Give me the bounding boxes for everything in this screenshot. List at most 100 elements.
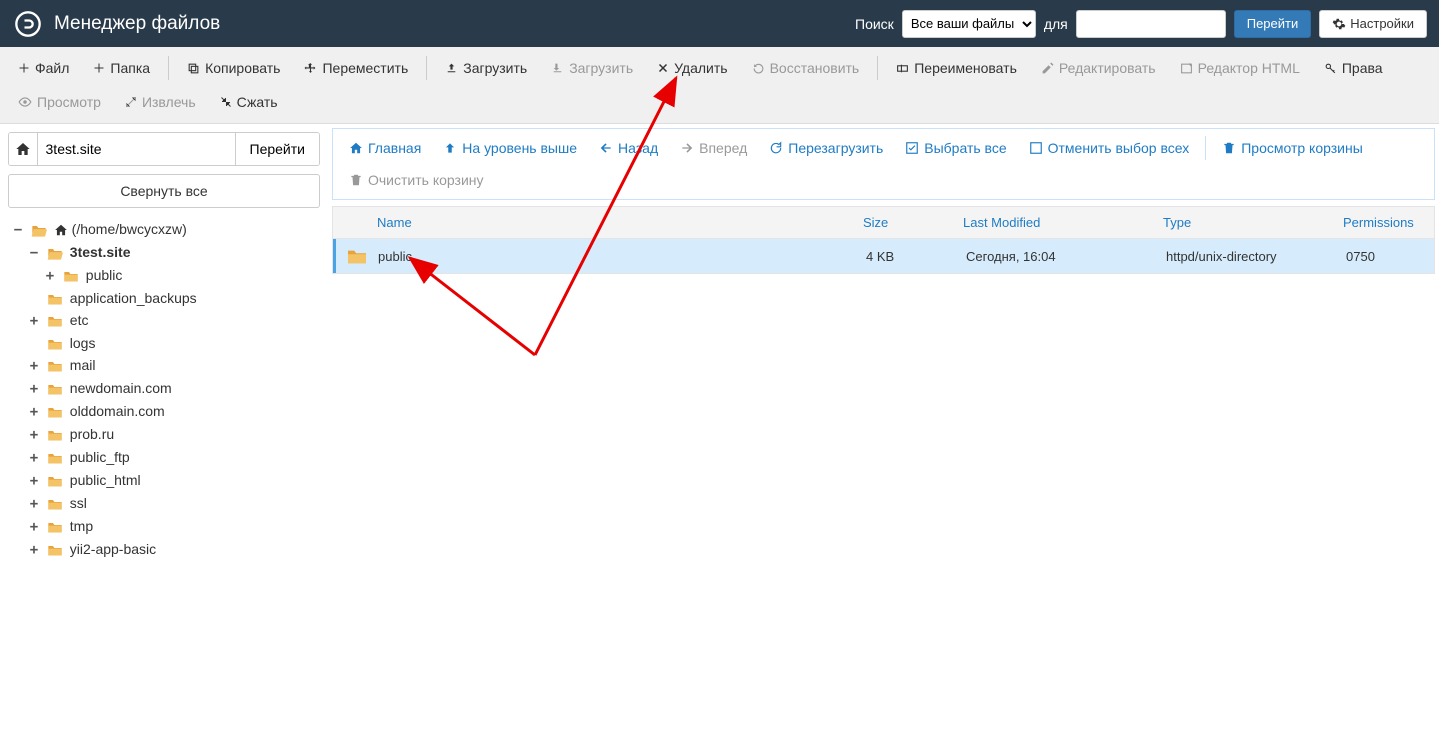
tree-toggle[interactable]: + <box>28 378 40 400</box>
search-input[interactable] <box>1076 10 1226 38</box>
tree-item[interactable]: + mail <box>8 354 320 377</box>
upload-button[interactable]: Загрузить <box>435 53 537 83</box>
col-name-header[interactable]: Name <box>333 207 853 238</box>
content-panel: Главная На уровень выше Назад Вперед Пер… <box>328 124 1439 752</box>
move-icon <box>304 62 317 75</box>
tree-toggle[interactable]: + <box>28 539 40 561</box>
tree-item[interactable]: + public_html <box>8 469 320 492</box>
col-type-header[interactable]: Type <box>1153 207 1333 238</box>
view-button: Просмотр <box>8 87 111 117</box>
folder-icon <box>47 359 63 373</box>
move-button[interactable]: Переместить <box>294 53 418 83</box>
tree-item[interactable]: + tmp <box>8 515 320 538</box>
folder-icon <box>346 247 368 265</box>
folder-icon <box>47 497 63 511</box>
folder-icon <box>47 292 63 306</box>
tree-item[interactable]: + public_ftp <box>8 446 320 469</box>
copy-button[interactable]: Копировать <box>177 53 290 83</box>
folder-icon <box>47 428 63 442</box>
compress-button[interactable]: Сжать <box>210 87 288 117</box>
table-row[interactable]: public 4 KB Сегодня, 16:04 httpd/unix-di… <box>333 239 1434 273</box>
page-title: Менеджер файлов <box>54 13 855 35</box>
tree-label: mail <box>70 357 96 373</box>
new-folder-button[interactable]: Папка <box>83 53 160 83</box>
for-label: для <box>1044 16 1068 32</box>
restore-button: Восстановить <box>742 53 870 83</box>
rename-icon <box>896 62 909 75</box>
compress-icon <box>220 96 232 108</box>
tree-toggle[interactable]: + <box>28 310 40 332</box>
tree-item[interactable]: + yii2-app-basic <box>8 538 320 561</box>
tree-toggle[interactable]: + <box>28 355 40 377</box>
separator <box>877 56 878 80</box>
tree-toggle[interactable]: + <box>28 447 40 469</box>
search-label: Поиск <box>855 16 894 32</box>
tree-toggle[interactable]: + <box>28 470 40 492</box>
tree-item[interactable]: + newdomain.com <box>8 377 320 400</box>
folder-icon <box>47 520 63 534</box>
tree-item[interactable]: + public <box>8 264 320 287</box>
tree-label: prob.ru <box>70 426 114 442</box>
path-input[interactable] <box>38 133 235 165</box>
trash-icon <box>1222 141 1236 155</box>
tree-label: tmp <box>70 518 93 534</box>
reload-icon <box>769 141 783 155</box>
key-icon <box>1324 62 1337 75</box>
folder-tree: − (/home/bwcycxzw) − 3test.site + public… <box>8 218 320 561</box>
settings-button[interactable]: Настройки <box>1319 10 1427 38</box>
tree-toggle[interactable]: + <box>28 493 40 515</box>
folder-icon <box>47 474 63 488</box>
main-toolbar: Файл Папка Копировать Переместить Загруз… <box>0 47 1439 124</box>
download-icon <box>551 62 564 75</box>
header-search: Поиск Все ваши файлы для Перейти Настрой… <box>855 10 1427 38</box>
rename-button[interactable]: Переименовать <box>886 53 1027 83</box>
sidebar: Перейти Свернуть все − (/home/bwcycxzw) … <box>0 124 328 752</box>
tree-label: yii2-app-basic <box>70 541 156 557</box>
col-modified-header[interactable]: Last Modified <box>953 207 1153 238</box>
up-level-link[interactable]: На уровень выше <box>433 133 587 163</box>
check-square-icon <box>905 141 919 155</box>
tree-item[interactable]: application_backups <box>8 287 320 309</box>
col-perms-header[interactable]: Permissions <box>1333 207 1434 238</box>
folder-icon <box>47 543 63 557</box>
tree-item[interactable]: − 3test.site <box>8 241 320 264</box>
home-button[interactable] <box>9 133 38 165</box>
tree-toggle[interactable]: − <box>12 219 24 241</box>
tree-item[interactable]: + prob.ru <box>8 423 320 446</box>
tree-item[interactable]: + ssl <box>8 492 320 515</box>
unselect-all-link[interactable]: Отменить выбор всех <box>1019 133 1200 163</box>
tree-toggle[interactable]: + <box>28 424 40 446</box>
tree-toggle[interactable]: + <box>44 265 56 287</box>
html-editor-button: Редактор HTML <box>1170 53 1310 83</box>
path-go-button[interactable]: Перейти <box>235 133 319 165</box>
new-file-button[interactable]: Файл <box>8 53 79 83</box>
col-size-header[interactable]: Size <box>853 207 953 238</box>
extract-button: Извлечь <box>115 87 206 117</box>
select-all-link[interactable]: Выбрать все <box>895 133 1016 163</box>
tree-toggle[interactable]: − <box>28 242 40 264</box>
search-scope-select[interactable]: Все ваши файлы <box>902 10 1036 38</box>
collapse-all-button[interactable]: Свернуть все <box>8 174 320 208</box>
tree-item[interactable]: + etc <box>8 309 320 332</box>
back-link[interactable]: Назад <box>589 133 668 163</box>
folder-icon <box>47 382 63 396</box>
home-link[interactable]: Главная <box>339 133 431 163</box>
tree-item[interactable]: + olddomain.com <box>8 400 320 423</box>
separator <box>426 56 427 80</box>
tree-toggle[interactable]: + <box>28 401 40 423</box>
separator <box>168 56 169 80</box>
tree-item[interactable]: logs <box>8 332 320 354</box>
reload-link[interactable]: Перезагрузить <box>759 133 893 163</box>
delete-button[interactable]: Удалить <box>647 53 737 83</box>
folder-icon <box>63 269 79 283</box>
search-go-button[interactable]: Перейти <box>1234 10 1312 38</box>
tree-root[interactable]: − (/home/bwcycxzw) <box>8 218 320 241</box>
tree-label: newdomain.com <box>70 380 172 396</box>
arrow-up-icon <box>443 141 457 155</box>
undo-icon <box>752 62 765 75</box>
square-icon <box>1029 141 1043 155</box>
view-trash-link[interactable]: Просмотр корзины <box>1212 133 1373 163</box>
permissions-button[interactable]: Права <box>1314 53 1393 83</box>
tree-toggle[interactable]: + <box>28 516 40 538</box>
pencil-icon <box>1041 62 1054 75</box>
